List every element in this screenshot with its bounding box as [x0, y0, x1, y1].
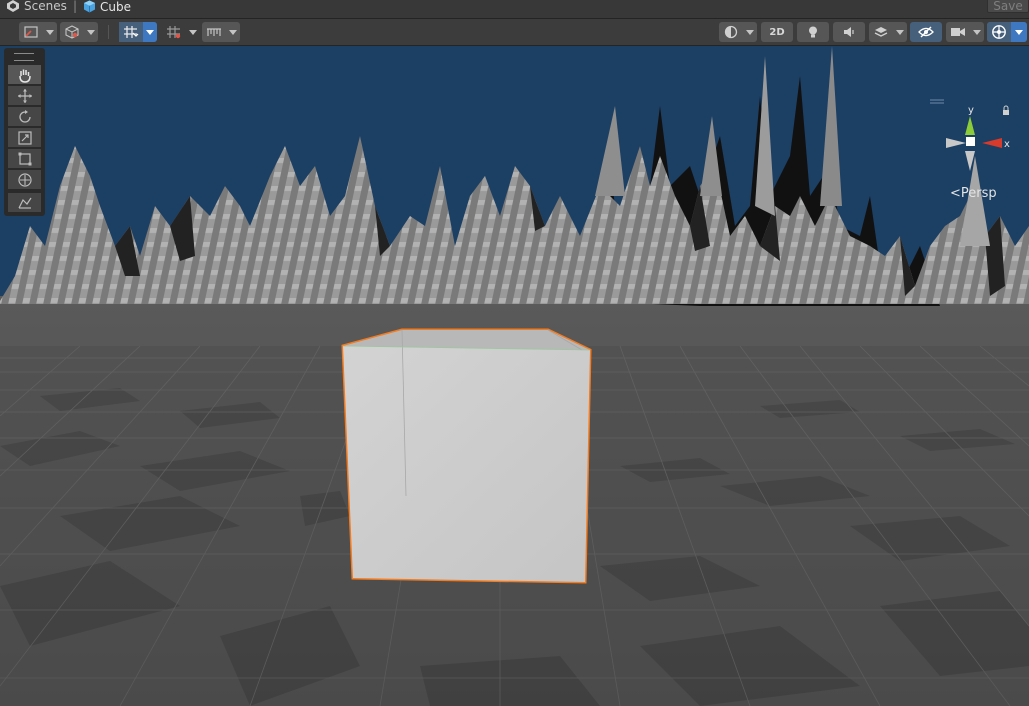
rotate-tool-icon: [18, 109, 31, 123]
shading-dropdown[interactable]: [60, 22, 98, 42]
camera-icon: [951, 28, 965, 36]
camera-dropdown[interactable]: [946, 22, 984, 42]
draw-mode-icon: [24, 26, 38, 38]
shading-sphere-icon: [724, 25, 738, 39]
projection-icon: <: [950, 186, 961, 201]
view-orientation-gizmo[interactable]: y x: [930, 96, 1020, 196]
rect-tool-icon: [18, 152, 31, 165]
grid-snapping-icon: [124, 26, 139, 38]
breadcrumb-separator: |: [73, 0, 78, 13]
gizmos-icon: [992, 25, 1006, 39]
gizmos-dropdown[interactable]: [987, 22, 1027, 42]
ruler-icon: [207, 28, 221, 36]
scale-tool-button[interactable]: [8, 128, 41, 147]
palette-grip-icon[interactable]: [14, 53, 34, 61]
transform-tool-icon: [17, 172, 32, 187]
shading-cube-icon: [65, 25, 79, 39]
transform-tool-button[interactable]: [8, 170, 41, 189]
effects-dropdown[interactable]: [869, 22, 907, 42]
selected-cube[interactable]: [341, 328, 592, 584]
ruler-dropdown[interactable]: [202, 22, 240, 42]
scale-tool-icon: [17, 130, 32, 145]
tool-palette: [4, 48, 45, 216]
breadcrumb-scenes[interactable]: Scenes: [6, 0, 67, 12]
breadcrumb-scenes-label: Scenes: [24, 0, 67, 13]
rect-tool-button[interactable]: [8, 149, 41, 168]
move-tool-icon: [17, 88, 32, 103]
custom-tool-button[interactable]: [8, 193, 41, 212]
increment-snap-dropdown[interactable]: [162, 22, 200, 42]
gizmo-x-label: x: [1004, 139, 1010, 150]
lighting-icon: [809, 26, 817, 38]
increment-snap-icon: [167, 26, 181, 39]
2d-toggle[interactable]: 2D: [761, 22, 793, 42]
lighting-toggle[interactable]: [797, 22, 829, 42]
scene-render: [0, 46, 1029, 706]
lock-icon: [1003, 105, 1009, 115]
gizmo-y-label: y: [968, 105, 974, 116]
breadcrumb: Scenes | Cube Save: [0, 0, 1029, 14]
save-button[interactable]: Save: [987, 0, 1029, 13]
projection-label: Persp: [960, 186, 997, 201]
custom-tool-icon: [17, 197, 31, 209]
projection-toggle[interactable]: <Persp: [950, 186, 997, 201]
rotate-tool-button[interactable]: [8, 107, 41, 126]
hidden-objects-toggle[interactable]: [910, 22, 942, 42]
breadcrumb-cube-label: Cube: [100, 0, 131, 14]
scene-toolbar: 2D: [0, 18, 1029, 46]
hidden-objects-icon: [918, 26, 934, 38]
shading-mode-dropdown[interactable]: [719, 22, 757, 42]
unity-logo-icon: [7, 0, 19, 12]
breadcrumb-cube[interactable]: Cube: [83, 0, 131, 13]
draw-mode-dropdown[interactable]: [19, 22, 57, 42]
hand-tool-icon: [18, 69, 31, 83]
gizmo-y-arrow: [965, 116, 975, 135]
gizmo-x-arrow: [982, 138, 1002, 148]
cube-icon: [84, 0, 95, 13]
hand-tool-button[interactable]: [8, 65, 41, 84]
audio-icon: [844, 27, 854, 37]
gizmo-center: [966, 137, 975, 146]
move-tool-button[interactable]: [8, 86, 41, 105]
effects-layers-icon: [874, 27, 888, 37]
2d-toggle-label: 2D: [769, 26, 785, 38]
grid-snapping-toggle[interactable]: [119, 22, 157, 42]
scene-viewport[interactable]: y x <Persp: [0, 46, 1029, 706]
audio-toggle[interactable]: [833, 22, 865, 42]
